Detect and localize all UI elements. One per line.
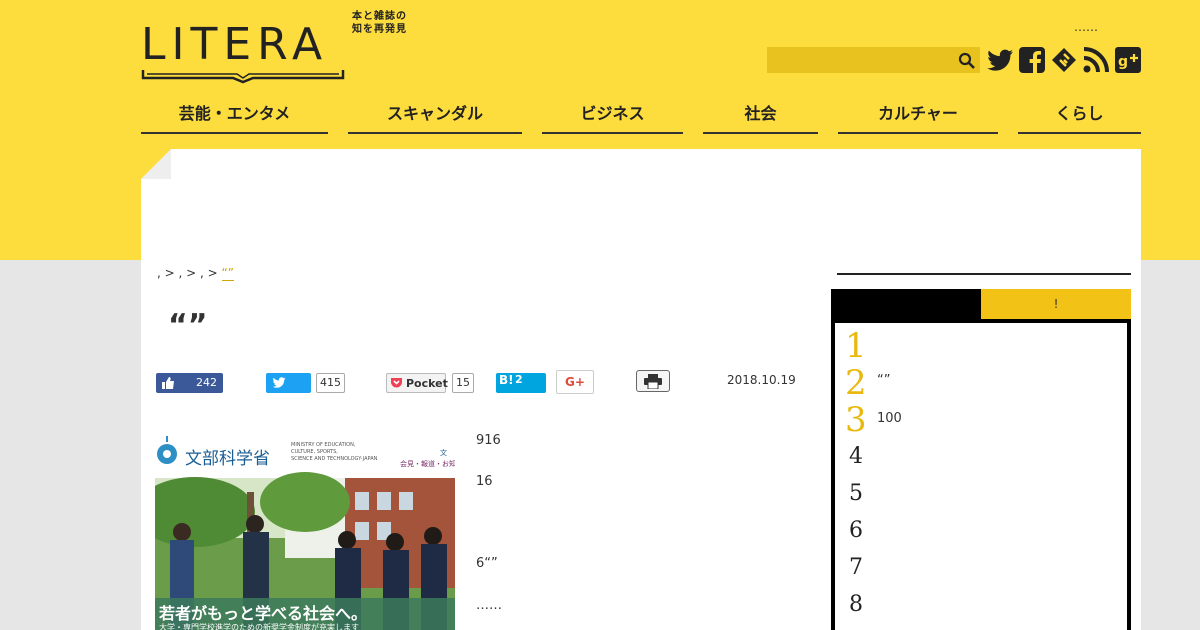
tweet-icon [272, 377, 286, 388]
site-tagline: 本と雑誌の 知を再発見 [352, 10, 422, 36]
tagline-line-2: 知を再発見 [352, 24, 407, 35]
article-date: 2018.10.19 [727, 373, 796, 387]
print-button[interactable] [636, 370, 670, 392]
breadcrumb-link-2[interactable]: , > [179, 266, 201, 280]
ranking-tab-other[interactable]: ! [981, 289, 1131, 319]
pocket-button[interactable]: Pocket [386, 373, 448, 393]
nav-culture[interactable]: カルチャー [838, 96, 998, 134]
pocket-count: 15 [452, 373, 474, 393]
facebook-count: 242 [196, 376, 217, 389]
rank-title-3[interactable]: 100 [877, 411, 902, 426]
facebook-like-button[interactable]: 242 [156, 373, 223, 393]
rss-icon[interactable] [1082, 46, 1110, 74]
nav-scandal[interactable]: スキャンダル [348, 96, 522, 134]
facebook-icon[interactable] [1018, 46, 1046, 74]
org-en-line-2: CULTURE, SPORTS, [291, 449, 338, 455]
paragraph-1: 916 [476, 433, 501, 448]
twitter-count: 415 [316, 373, 345, 393]
ad-banner-area [141, 149, 1141, 260]
pocket-icon [391, 378, 402, 388]
article-image: 文部科学省 MINISTRY OF EDUCATION, CULTURE, SP… [155, 432, 455, 630]
breadcrumb-link-3[interactable]: , > [200, 266, 222, 280]
ranking-panel [831, 319, 1131, 630]
paragraph-3: 6“” [476, 556, 498, 571]
breadcrumb-link-1[interactable]: , > [157, 266, 179, 280]
logo-text: LITERA [141, 19, 329, 70]
org-en-line-1: MINISTRY OF EDUCATION, [291, 442, 356, 448]
twitter-icon[interactable] [986, 46, 1014, 74]
org-name: 文部科学省 [185, 449, 270, 469]
print-icon [644, 374, 662, 389]
header-link-menu: 会見・報道・お知 [400, 460, 455, 468]
hatena-label: B! [499, 373, 514, 387]
hatena-bookmark-button[interactable]: B! 2 [496, 373, 546, 393]
tweet-button[interactable] [266, 373, 311, 393]
image-subcaption: 大学・専門学校進学のための新奨学金制度が充実します [159, 623, 359, 630]
google-plus-icon[interactable]: g [1114, 46, 1142, 74]
rank-number-8: 8 [849, 592, 863, 617]
rank-number-4: 4 [849, 444, 863, 469]
org-en-line-3: SCIENCE AND TECHNOLOGY-JAPAN [291, 456, 378, 462]
google-plus-share-button[interactable]: G+ [556, 370, 594, 394]
search-icon[interactable] [958, 52, 976, 70]
nav-lifestyle[interactable]: くらし [1018, 96, 1141, 134]
site-logo[interactable]: LITERA [141, 20, 351, 84]
nav-society[interactable]: 社会 [703, 96, 818, 134]
book-icon [141, 70, 345, 84]
rank-number-6: 6 [849, 518, 863, 543]
paragraph-2: 16 [476, 474, 493, 489]
rank-number-1: 1 [845, 326, 867, 366]
nav-business[interactable]: ビジネス [542, 96, 683, 134]
tagline-line-1: 本と雑誌の [352, 11, 407, 22]
breadcrumb: , > , > , > “” [157, 266, 234, 281]
rank-number-7: 7 [849, 555, 863, 580]
svg-text:g: g [1118, 54, 1128, 70]
article-title: “” [168, 308, 208, 343]
rank-title-2[interactable]: “” [877, 373, 890, 388]
top-link[interactable]: …… [1074, 20, 1098, 34]
rank-number-2: 2 [845, 363, 867, 403]
search-input[interactable] [767, 47, 980, 73]
hatena-count: 2 [515, 373, 523, 386]
like-icon [162, 377, 174, 389]
sidebar-divider [837, 273, 1131, 275]
image-caption: 若者がもっと学べる社会へ。 [159, 604, 368, 623]
pocket-label: Pocket [406, 377, 448, 390]
nav-entertainment[interactable]: 芸能・エンタメ [141, 96, 328, 134]
paragraph-4: …… [476, 598, 502, 613]
ranking-tab-active[interactable] [831, 289, 981, 319]
rank-number-3: 3 [845, 400, 867, 440]
ad-corner-fold-top [141, 149, 171, 179]
rank-number-5: 5 [849, 481, 863, 506]
header-link-label: 文 [440, 449, 447, 457]
breadcrumb-current: “” [221, 266, 234, 281]
feedly-icon[interactable] [1050, 46, 1078, 74]
